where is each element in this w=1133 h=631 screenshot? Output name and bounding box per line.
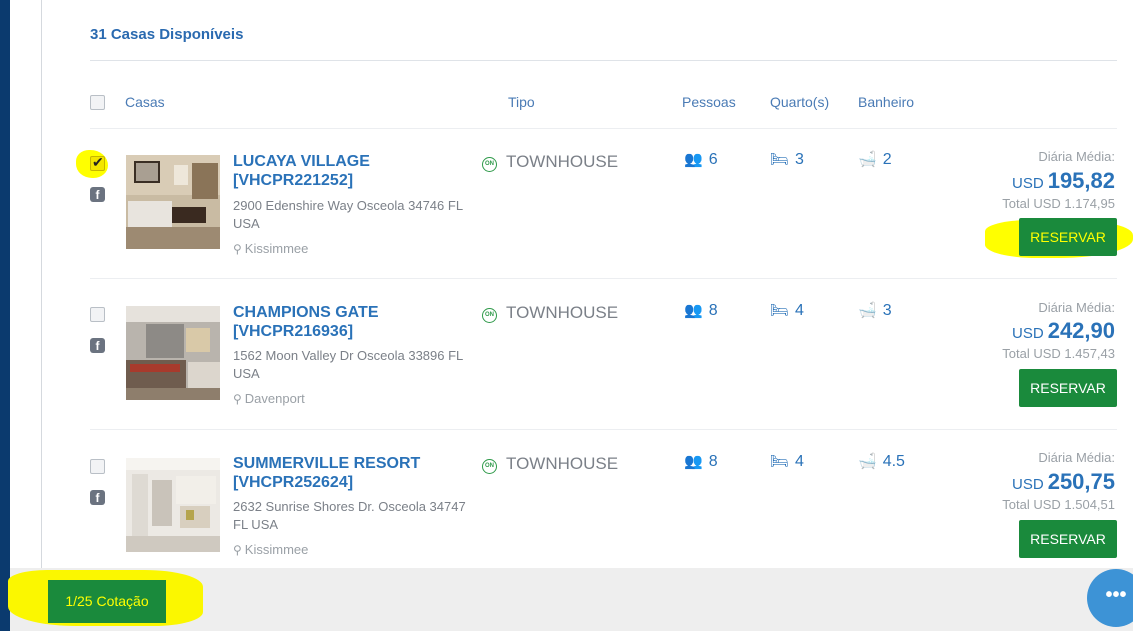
listing-city: ⚲ Davenport xyxy=(233,391,305,406)
city-label: Kissimmee xyxy=(244,542,309,557)
facebook-icon[interactable]: f xyxy=(90,338,105,353)
people-icon: 👥 xyxy=(684,453,703,470)
price-value: 195,82 xyxy=(1047,168,1115,193)
type-label: TOWNHOUSE xyxy=(506,303,619,322)
bath-count: 🛁 2 xyxy=(858,150,892,169)
townhouse-on-icon: ON xyxy=(482,157,497,172)
listing-name[interactable]: CHAMPIONS GATE xyxy=(233,303,378,322)
map-pin-icon: ⚲ xyxy=(233,242,242,256)
type-label: TOWNHOUSE xyxy=(506,454,619,473)
divider xyxy=(90,278,1117,279)
listing-city: ⚲ Kissimmee xyxy=(233,542,308,557)
bed-icon: 🛏 xyxy=(770,302,790,319)
rooms-value: 3 xyxy=(795,151,804,168)
listing-panel: 31 Casas Disponíveis Casas Tipo Pessoas … xyxy=(10,0,1133,631)
bed-icon: 🛏 xyxy=(770,453,790,470)
divider xyxy=(90,60,1117,61)
people-count: 👥 8 xyxy=(684,301,718,320)
listing-title[interactable]: SUMMERVILLE RESORT [VHCPR252624] xyxy=(233,454,420,492)
listing-code[interactable]: [VHCPR252624] xyxy=(233,473,420,492)
listing-type: ON TOWNHOUSE xyxy=(482,303,618,323)
quote-button[interactable]: 1/25 Cotação xyxy=(48,580,166,623)
bath-value: 3 xyxy=(882,302,892,319)
facebook-icon[interactable]: f xyxy=(90,187,105,202)
listing-checkbox[interactable] xyxy=(90,459,105,474)
bath-value: 4.5 xyxy=(882,453,905,470)
price-value: 242,90 xyxy=(1047,318,1115,343)
townhouse-on-icon: ON xyxy=(482,459,497,474)
reserve-button[interactable]: RESERVAR xyxy=(1019,218,1117,256)
city-label: Davenport xyxy=(244,391,305,406)
rooms-count: 🛏 4 xyxy=(770,301,804,320)
rooms-count: 🛏 3 xyxy=(770,150,804,169)
listing-photo[interactable] xyxy=(126,458,220,552)
listing-checkbox[interactable] xyxy=(90,307,105,322)
avg-price: USD 195,82 xyxy=(1012,168,1115,194)
avg-label: Diária Média: xyxy=(1038,450,1115,465)
available-count: 31 Casas Disponíveis xyxy=(90,26,244,43)
column-rooms[interactable]: Quarto(s) xyxy=(770,94,829,110)
divider xyxy=(90,128,1117,129)
price-value: 250,75 xyxy=(1047,469,1115,494)
listing-code[interactable]: [VHCPR216936] xyxy=(233,322,378,341)
listing-checkbox[interactable] xyxy=(90,154,105,171)
people-value: 8 xyxy=(708,302,718,319)
column-people[interactable]: Pessoas xyxy=(682,94,736,110)
listing-name[interactable]: LUCAYA VILLAGE xyxy=(233,152,370,171)
listing-name[interactable]: SUMMERVILLE RESORT xyxy=(233,454,420,473)
rooms-value: 4 xyxy=(795,302,804,319)
type-label: TOWNHOUSE xyxy=(506,152,619,171)
bed-icon: 🛏 xyxy=(770,151,790,168)
bathtub-icon: 🛁 xyxy=(858,302,877,319)
people-icon: 👥 xyxy=(684,151,703,168)
townhouse-on-icon: ON xyxy=(482,308,497,323)
bath-count: 🛁 3 xyxy=(858,301,892,320)
currency: USD xyxy=(1012,476,1044,493)
listing-city: ⚲ Kissimmee xyxy=(233,241,308,256)
total-price: Total USD 1.174,95 xyxy=(1002,196,1115,211)
divider xyxy=(90,429,1117,430)
avg-label: Diária Média: xyxy=(1038,149,1115,164)
listing-title[interactable]: CHAMPIONS GATE [VHCPR216936] xyxy=(233,303,378,341)
total-price: Total USD 1.457,43 xyxy=(1002,346,1115,361)
listing-title[interactable]: LUCAYA VILLAGE [VHCPR221252] xyxy=(233,152,370,190)
listing-address: 2900 Edenshire Way Osceola 34746 FL USA xyxy=(233,198,463,231)
currency: USD xyxy=(1012,175,1044,192)
people-value: 6 xyxy=(708,151,718,168)
listing-type: ON TOWNHOUSE xyxy=(482,152,618,172)
facebook-icon[interactable]: f xyxy=(90,490,105,505)
bathtub-icon: 🛁 xyxy=(858,151,877,168)
listing-photo[interactable] xyxy=(126,155,220,249)
column-type[interactable]: Tipo xyxy=(508,94,535,110)
total-price: Total USD 1.504,51 xyxy=(1002,497,1115,512)
listing-code[interactable]: [VHCPR221252] xyxy=(233,171,370,190)
listing-address: 2632 Sunrise Shores Dr. Osceola 34747 FL… xyxy=(233,499,466,532)
people-count: 👥 6 xyxy=(684,150,718,169)
people-icon: 👥 xyxy=(684,302,703,319)
bath-value: 2 xyxy=(882,151,892,168)
avg-price: USD 250,75 xyxy=(1012,469,1115,495)
listing-type: ON TOWNHOUSE xyxy=(482,454,618,474)
city-label: Kissimmee xyxy=(244,241,309,256)
reserve-button[interactable]: RESERVAR xyxy=(1019,520,1117,558)
currency: USD xyxy=(1012,325,1044,342)
column-bathroom[interactable]: Banheiro xyxy=(858,94,914,110)
panel-divider xyxy=(41,0,42,570)
people-count: 👥 8 xyxy=(684,452,718,471)
rooms-count: 🛏 4 xyxy=(770,452,804,471)
listing-address: 1562 Moon Valley Dr Osceola 33896 FL USA xyxy=(233,348,463,381)
select-all-checkbox[interactable] xyxy=(90,95,105,110)
map-pin-icon: ⚲ xyxy=(233,543,242,557)
bath-count: 🛁 4.5 xyxy=(858,452,905,471)
reserve-button[interactable]: RESERVAR xyxy=(1019,369,1117,407)
column-houses[interactable]: Casas xyxy=(125,94,165,110)
avg-label: Diária Média: xyxy=(1038,300,1115,315)
listing-photo[interactable] xyxy=(126,306,220,400)
avg-price: USD 242,90 xyxy=(1012,318,1115,344)
map-pin-icon: ⚲ xyxy=(233,392,242,406)
bathtub-icon: 🛁 xyxy=(858,453,877,470)
people-value: 8 xyxy=(708,453,718,470)
rooms-value: 4 xyxy=(795,453,804,470)
